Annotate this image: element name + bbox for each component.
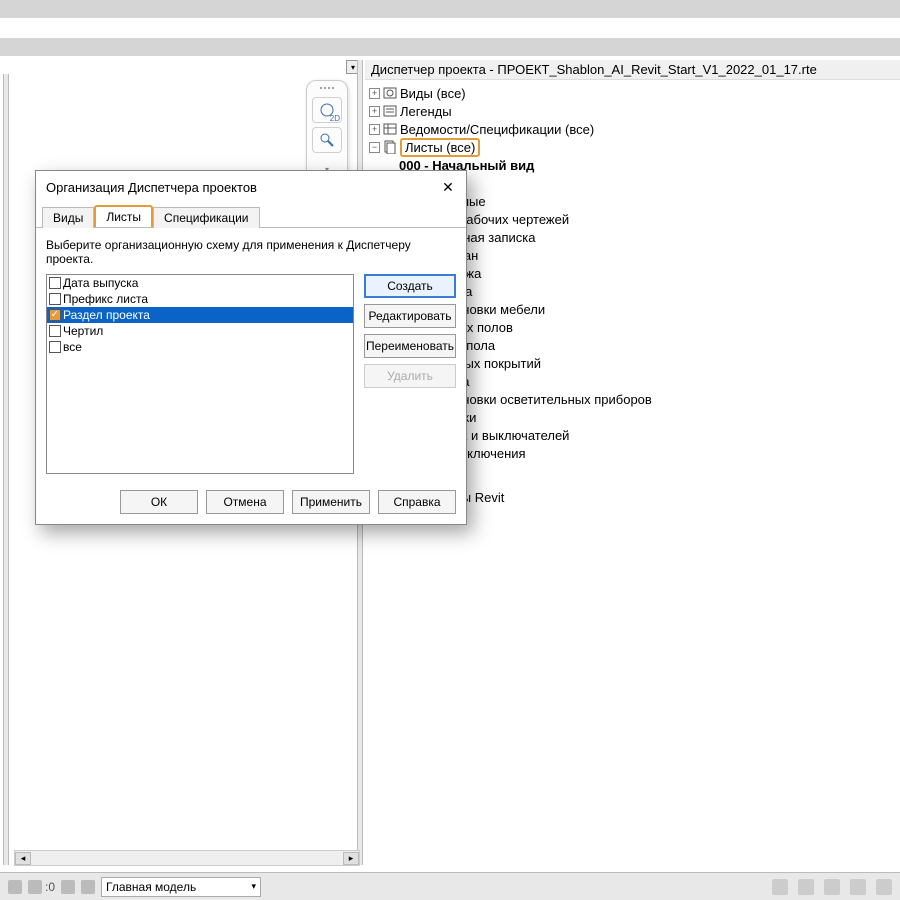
palette-2d-label: 2D	[330, 114, 340, 123]
status-bar: :0 Главная модель ▾	[0, 872, 900, 900]
status-filter[interactable]: :0	[28, 880, 55, 894]
list-item-label: все	[63, 340, 82, 354]
project-browser-title: Диспетчер проекта - ПРОЕКТ_Shablon_AI_Re…	[365, 60, 900, 80]
list-item[interactable]: все	[47, 339, 353, 355]
checkbox-checked-icon[interactable]	[49, 309, 61, 321]
delete-button: Удалить	[364, 364, 456, 388]
ok-button[interactable]: ОК	[120, 490, 198, 514]
scheme-listbox[interactable]: Дата выпуска Префикс листа Раздел проект…	[46, 274, 354, 474]
checkbox-icon[interactable]	[49, 277, 61, 289]
dialog-tabs: Виды Листы Спецификации	[36, 205, 466, 228]
chevron-down-icon: ▾	[251, 881, 256, 892]
help-button[interactable]: Справка	[378, 490, 456, 514]
tree-node-views[interactable]: + Виды (все)	[369, 84, 900, 102]
cancel-button[interactable]: Отмена	[206, 490, 284, 514]
checkbox-icon[interactable]	[49, 341, 61, 353]
view-palette[interactable]: 2D ▾	[306, 80, 348, 181]
palette-grip-icon[interactable]	[317, 87, 337, 93]
list-item-label: Раздел проекта	[63, 308, 150, 322]
horizontal-scrollbar[interactable]: ◂ ▸	[14, 850, 360, 866]
palette-cube-button[interactable]: 2D	[312, 97, 342, 123]
toolbar-strip-top	[0, 0, 900, 18]
status-icon-b[interactable]	[81, 880, 95, 894]
tab-views[interactable]: Виды	[42, 207, 94, 228]
legends-icon	[383, 104, 397, 118]
browser-organization-dialog: Организация Диспетчера проектов ✕ Виды Л…	[35, 170, 467, 525]
list-item[interactable]: Чертил	[47, 323, 353, 339]
workset-dropdown-label: Главная модель	[106, 880, 196, 894]
list-item[interactable]: Дата выпуска	[47, 275, 353, 291]
expand-icon[interactable]: +	[369, 106, 380, 117]
tab-sheets[interactable]: Листы	[94, 205, 153, 227]
checkbox-icon[interactable]	[49, 293, 61, 305]
dialog-title: Организация Диспетчера проектов	[46, 180, 257, 195]
status-icon-a[interactable]	[61, 880, 75, 894]
scroll-right-icon[interactable]: ▸	[343, 852, 359, 865]
status-tool-icon[interactable]	[772, 879, 788, 895]
dialog-button-column: Создать Редактировать Переименовать Удал…	[364, 274, 456, 474]
schedules-icon	[383, 122, 397, 136]
palette-zoom-button[interactable]	[312, 127, 342, 153]
status-filter-count: :0	[45, 880, 55, 894]
views-icon	[383, 86, 397, 100]
tree-node-schedules[interactable]: + Ведомости/Спецификации (все)	[369, 120, 900, 138]
collapse-icon[interactable]: −	[369, 142, 380, 153]
workset-dropdown[interactable]: Главная модель ▾	[101, 877, 261, 897]
list-item[interactable]: Префикс листа	[47, 291, 353, 307]
status-tool-icon[interactable]	[798, 879, 814, 895]
list-item[interactable]: Раздел проекта	[47, 307, 353, 323]
sheets-icon	[383, 140, 397, 154]
tree-node-sheets[interactable]: − Листы (все)	[369, 138, 900, 156]
list-item-label: Префикс листа	[63, 292, 148, 306]
toolbar-strip-second	[0, 38, 900, 56]
tree-label: Листы (все)	[400, 138, 480, 157]
scroll-left-icon[interactable]: ◂	[15, 852, 31, 865]
rename-button[interactable]: Переименовать	[364, 334, 456, 358]
tree-label: Легенды	[400, 104, 452, 119]
expand-icon[interactable]: +	[369, 124, 380, 135]
create-button[interactable]: Создать	[364, 274, 456, 298]
list-item-label: Дата выпуска	[63, 276, 138, 290]
apply-button[interactable]: Применить	[292, 490, 370, 514]
tree-label: Виды (все)	[400, 86, 466, 101]
dialog-body: Выберите организационную схему для приме…	[36, 228, 466, 480]
dialog-footer: ОК Отмена Применить Справка	[36, 480, 466, 524]
close-icon[interactable]: ✕	[440, 179, 456, 195]
expand-icon[interactable]: +	[369, 88, 380, 99]
dialog-instruction: Выберите организационную схему для приме…	[46, 238, 456, 266]
panel-splitter-left[interactable]	[3, 74, 9, 865]
status-select-icon[interactable]	[8, 880, 22, 894]
status-tool-icon[interactable]	[850, 879, 866, 895]
status-right-icons	[772, 879, 892, 895]
tree-node-legends[interactable]: + Легенды	[369, 102, 900, 120]
status-tool-icon[interactable]	[876, 879, 892, 895]
dialog-titlebar[interactable]: Организация Диспетчера проектов ✕	[36, 171, 466, 201]
checkbox-icon[interactable]	[49, 325, 61, 337]
tab-schedules[interactable]: Спецификации	[153, 207, 259, 228]
tree-label: Ведомости/Спецификации (все)	[400, 122, 594, 137]
filter-icon	[28, 880, 42, 894]
status-tool-icon[interactable]	[824, 879, 840, 895]
list-item-label: Чертил	[63, 324, 103, 338]
edit-button[interactable]: Редактировать	[364, 304, 456, 328]
